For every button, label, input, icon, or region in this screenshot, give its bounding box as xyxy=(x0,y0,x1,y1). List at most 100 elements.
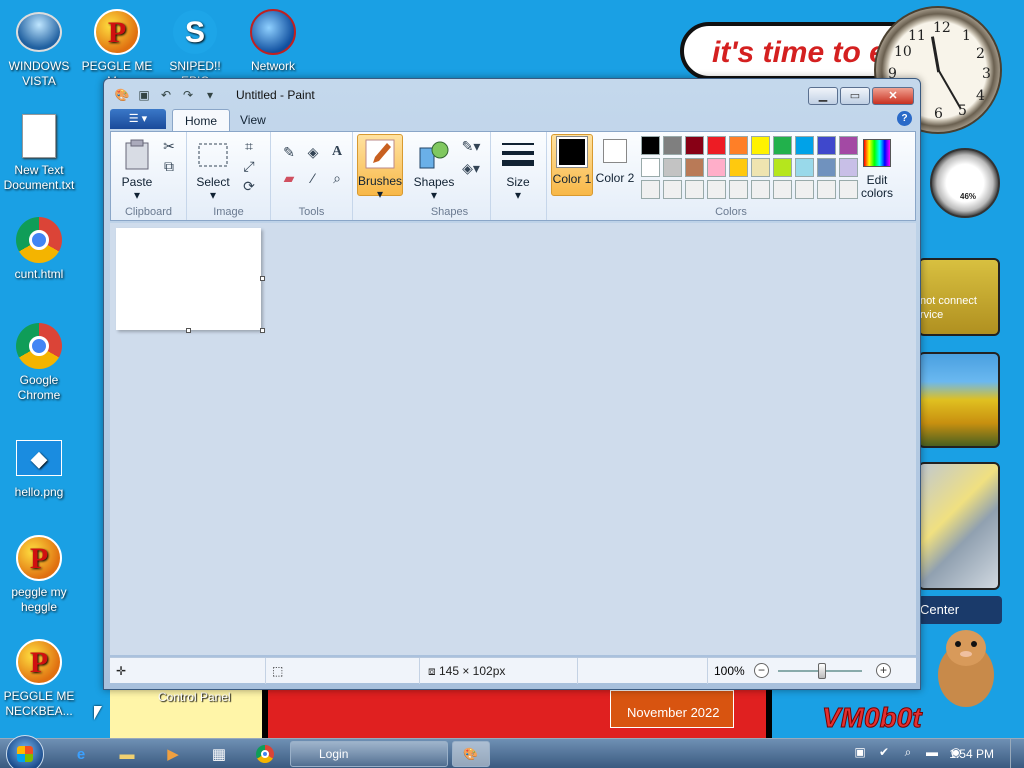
zoom-slider-thumb[interactable] xyxy=(818,663,826,679)
size-button[interactable]: Size ▾ xyxy=(497,138,539,202)
edit-colors-button[interactable]: Edit colors xyxy=(851,136,903,200)
resize-icon[interactable]: ⤢ xyxy=(239,156,259,176)
eraser-icon[interactable]: ▰ xyxy=(279,168,299,188)
save-icon[interactable]: ▣ xyxy=(136,87,152,103)
desktop-icon-network[interactable]: Network xyxy=(234,8,312,74)
palette-swatch[interactable] xyxy=(817,136,836,155)
resize-handle-bottom[interactable] xyxy=(186,328,191,333)
palette-swatch[interactable] xyxy=(751,180,770,199)
resize-handle-right[interactable] xyxy=(260,276,265,281)
maximize-button[interactable]: ▭ xyxy=(840,87,870,105)
zoom-out-button[interactable]: − xyxy=(754,663,769,678)
palette-swatch[interactable] xyxy=(795,180,814,199)
palette-swatch[interactable] xyxy=(773,180,792,199)
palette-swatch[interactable] xyxy=(729,136,748,155)
paint-app-icon[interactable]: 🎨 xyxy=(114,87,130,103)
tray-check-icon[interactable]: ✔ xyxy=(876,745,892,761)
tray-search-icon[interactable]: ⌕ xyxy=(900,745,916,761)
tab-home[interactable]: Home xyxy=(172,109,231,131)
image-group: Select ▾ ⌗ ⤢ ⟳ Image xyxy=(187,132,271,220)
undo-icon[interactable]: ↶ xyxy=(158,87,174,103)
palette-swatch[interactable] xyxy=(729,158,748,177)
palette-swatch[interactable] xyxy=(773,136,792,155)
text-icon[interactable]: A xyxy=(327,142,347,162)
palette-swatch[interactable] xyxy=(751,158,770,177)
desktop-icon-google-chrome[interactable]: Google Chrome xyxy=(0,322,78,403)
palette-swatch[interactable] xyxy=(817,180,836,199)
taskbar-paint-button[interactable]: 🎨 xyxy=(452,741,490,767)
palette-swatch[interactable] xyxy=(685,136,704,155)
palette-swatch[interactable] xyxy=(685,158,704,177)
desktop-icon-peggle-me[interactable]: P PEGGLE ME M... xyxy=(78,8,156,89)
palette-swatch[interactable] xyxy=(795,158,814,177)
palette-swatch[interactable] xyxy=(817,158,836,177)
customize-qat-icon[interactable]: ▾ xyxy=(202,87,218,103)
title-bar[interactable]: 🎨 ▣ ↶ ↷ ▾ Untitled - Paint ▁ ▭ ✕ xyxy=(104,79,920,109)
crop-icon[interactable]: ⌗ xyxy=(239,136,259,156)
rotate-icon[interactable]: ⟳ xyxy=(239,176,259,196)
start-button[interactable] xyxy=(6,735,44,768)
taskbar-clock[interactable]: 1:54 PM xyxy=(949,747,994,761)
chrome-taskbar-icon[interactable] xyxy=(254,743,276,765)
desktop-icon-peggle-me-neckbeard[interactable]: P PEGGLE ME NECKBEA... xyxy=(0,638,78,719)
calculator-icon[interactable]: ▦ xyxy=(208,743,230,765)
palette-swatch[interactable] xyxy=(685,180,704,199)
minimize-button[interactable]: ▁ xyxy=(808,87,838,105)
pencil-icon[interactable]: ✎ xyxy=(279,142,299,162)
help-icon[interactable]: ? xyxy=(897,111,912,126)
shape-fill-icon[interactable]: ◈▾ xyxy=(461,158,481,178)
paint-taskbar-icon: 🎨 xyxy=(463,747,478,761)
tray-flag-icon[interactable]: ▬ xyxy=(924,745,940,761)
color-picker-icon[interactable]: ⁄ xyxy=(303,168,323,188)
paint-menu-button[interactable]: ☰ ▾ xyxy=(110,109,166,129)
desktop-icon-control-panel[interactable]: Control Panel xyxy=(158,690,231,704)
show-desktop-button[interactable] xyxy=(1010,739,1024,768)
redo-icon[interactable]: ↷ xyxy=(180,87,196,103)
tab-view[interactable]: View xyxy=(228,109,278,131)
color1-button[interactable]: Color 1 xyxy=(551,134,593,196)
taskbar-login-button[interactable]: Login xyxy=(290,741,448,767)
palette-swatch[interactable] xyxy=(663,136,682,155)
palette-swatch[interactable] xyxy=(773,158,792,177)
internet-explorer-icon[interactable]: e xyxy=(70,743,92,765)
outline-icon[interactable]: ✎▾ xyxy=(461,136,481,156)
palette-swatch[interactable] xyxy=(641,136,660,155)
explorer-folder-icon[interactable]: ▬ xyxy=(116,743,138,765)
desktop-icon-windows-vista[interactable]: WINDOWS VISTA xyxy=(0,8,78,89)
zoom-in-button[interactable]: + xyxy=(876,663,891,678)
copy-icon[interactable]: ⧉ xyxy=(159,156,179,176)
magnifier-icon[interactable]: ⌕ xyxy=(327,168,347,188)
clock-minute-hand xyxy=(937,69,962,109)
media-player-icon[interactable]: ▶ xyxy=(162,743,184,765)
palette-swatch[interactable] xyxy=(751,136,770,155)
desktop-icon-new-text-document[interactable]: New Text Document.txt xyxy=(0,112,78,193)
close-button[interactable]: ✕ xyxy=(872,87,914,105)
cut-icon[interactable]: ✂ xyxy=(159,136,179,156)
canvas-area[interactable] xyxy=(110,223,916,655)
palette-swatch[interactable] xyxy=(707,180,726,199)
resize-handle-corner[interactable] xyxy=(260,328,265,333)
palette-swatch[interactable] xyxy=(641,158,660,177)
tray-network-icon[interactable]: ▣ xyxy=(852,745,868,761)
windows-logo-icon xyxy=(17,746,33,762)
color2-button[interactable]: Color 2 xyxy=(595,134,635,196)
zoom-level: 100% xyxy=(714,664,745,678)
palette-swatch[interactable] xyxy=(795,136,814,155)
palette-swatch[interactable] xyxy=(729,180,748,199)
select-button[interactable]: Select ▾ xyxy=(193,138,233,202)
palette-swatch[interactable] xyxy=(707,158,726,177)
fill-icon[interactable]: ◈ xyxy=(303,142,323,162)
desktop-icon-hello-png[interactable]: ◆ hello.png xyxy=(0,434,78,500)
desktop-icon-cunt-html[interactable]: cunt.html xyxy=(0,216,78,282)
palette-swatch[interactable] xyxy=(641,180,660,199)
desktop-icon-sniped-epic[interactable]: S SNIPED!! EPIC xyxy=(156,8,234,89)
desktop-icon-peggle-my-heggle[interactable]: P peggle my heggle xyxy=(0,534,78,615)
shapes-group: Shapes ▾ ✎▾ ◈▾ Shapes xyxy=(409,132,491,220)
brushes-button[interactable]: Brushes ▾ xyxy=(357,134,403,201)
shapes-button[interactable]: Shapes ▾ xyxy=(413,138,455,202)
palette-swatch[interactable] xyxy=(663,180,682,199)
palette-swatch[interactable] xyxy=(707,136,726,155)
paste-button[interactable]: Paste ▾ xyxy=(117,138,157,202)
drawing-canvas[interactable] xyxy=(116,228,261,330)
palette-swatch[interactable] xyxy=(663,158,682,177)
